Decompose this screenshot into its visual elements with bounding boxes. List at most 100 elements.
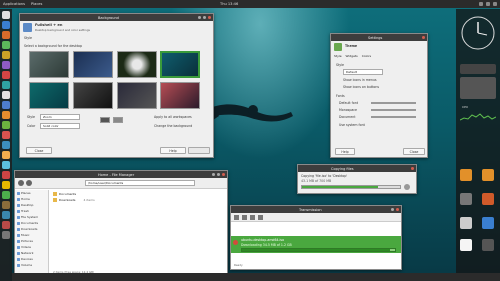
app-tile[interactable] <box>482 169 494 181</box>
wallpaper-thumb[interactable] <box>29 51 69 78</box>
app-tile[interactable] <box>482 193 494 205</box>
delete-icon[interactable] <box>258 215 263 220</box>
notes-icon[interactable] <box>2 151 10 159</box>
wallpaper-thumb[interactable] <box>73 51 113 78</box>
torrent-row-selected[interactable]: ubuntu-desktop-amd64.iso Downloading 34.… <box>231 236 401 253</box>
maximize-icon[interactable] <box>203 16 206 19</box>
power-icon[interactable] <box>2 231 10 239</box>
copy-progress-dialog: Copying files Copying 'file.iso' to 'Des… <box>297 164 417 194</box>
trash-icon[interactable] <box>2 171 10 179</box>
color-swatch-2[interactable] <box>113 117 123 123</box>
color-swatch-1[interactable] <box>100 117 110 123</box>
wallpaper-thumb[interactable] <box>29 82 69 109</box>
video-icon[interactable] <box>2 131 10 139</box>
close-icon[interactable] <box>222 173 225 176</box>
app-tile[interactable] <box>482 217 494 229</box>
tab-widgets[interactable]: Widgets <box>346 54 358 58</box>
help-button[interactable]: Help <box>160 147 186 154</box>
download-icon[interactable] <box>2 191 10 199</box>
wallpaper-thumb[interactable] <box>160 82 200 109</box>
pause-icon[interactable] <box>250 215 255 220</box>
window-titlebar[interactable]: Copying files <box>298 165 416 172</box>
close-button[interactable]: Close <box>26 147 52 154</box>
wallpaper-thumb[interactable] <box>117 82 157 109</box>
slider-2[interactable] <box>371 109 416 111</box>
stop-icon[interactable] <box>233 240 238 245</box>
files-icon[interactable] <box>2 11 10 19</box>
mail-icon[interactable] <box>2 101 10 109</box>
window-titlebar[interactable]: Background <box>20 14 213 21</box>
style-select[interactable]: Zoom <box>40 114 80 120</box>
bottom-panel <box>12 273 500 281</box>
sidebar-item[interactable]: Volume <box>15 262 48 268</box>
color-select[interactable]: Solid color <box>40 123 80 129</box>
wallpaper-thumb[interactable] <box>73 82 113 109</box>
window-titlebar[interactable]: Settings <box>331 34 427 41</box>
folder-icon <box>53 198 57 202</box>
app-tile[interactable] <box>482 239 494 251</box>
panel-clock[interactable]: Thu 13:46 <box>220 2 238 6</box>
app-tile[interactable] <box>460 239 472 251</box>
app-tile[interactable] <box>460 217 472 229</box>
app-tile[interactable] <box>460 169 472 181</box>
wallpaper-thumb-selected[interactable] <box>160 51 200 78</box>
play-icon[interactable] <box>242 215 247 220</box>
volume-icon[interactable] <box>486 2 490 6</box>
photos-icon[interactable] <box>2 111 10 119</box>
status-text: Ready <box>234 263 243 267</box>
tab-colors[interactable]: Colors <box>362 54 371 58</box>
slider-1[interactable] <box>371 102 416 104</box>
open-icon[interactable] <box>234 215 239 220</box>
network-app-icon[interactable] <box>2 161 10 169</box>
browser-icon[interactable] <box>2 21 10 29</box>
minimize-icon[interactable] <box>198 16 201 19</box>
archive-icon[interactable] <box>2 181 10 189</box>
slider-3[interactable] <box>371 116 416 118</box>
places-menu[interactable]: Places <box>31 2 42 6</box>
calendar-icon[interactable] <box>2 141 10 149</box>
close-icon[interactable] <box>208 16 211 19</box>
wallpaper-thumb[interactable] <box>117 51 157 78</box>
close-icon[interactable] <box>422 36 425 39</box>
style-select[interactable]: Default <box>343 69 383 75</box>
terminal-icon[interactable] <box>2 41 10 49</box>
calc-icon[interactable] <box>2 201 10 209</box>
settings-icon[interactable] <box>2 91 10 99</box>
app-tile[interactable] <box>460 193 472 205</box>
apply-button[interactable] <box>188 147 210 154</box>
tab-style[interactable]: Style <box>24 36 32 40</box>
tab-style[interactable]: Style <box>334 54 342 58</box>
network-icon[interactable] <box>479 2 483 6</box>
list-item[interactable]: Documents <box>53 192 95 196</box>
window-titlebar[interactable]: Home - File Manager <box>15 171 227 178</box>
option-icons-menus[interactable]: Show icons in menus <box>343 78 377 82</box>
apply-all-checkbox[interactable]: Apply to all workspaces <box>154 115 192 119</box>
cancel-icon[interactable] <box>404 184 410 190</box>
minimize-icon[interactable] <box>212 173 215 176</box>
battery-icon[interactable] <box>493 2 497 6</box>
applications-menu[interactable]: Applications <box>3 2 25 6</box>
back-icon[interactable] <box>18 180 24 186</box>
close-icon[interactable] <box>396 208 399 211</box>
window-titlebar[interactable]: Transmission <box>231 206 401 213</box>
list-item[interactable]: Downloads 4 items <box>53 198 95 202</box>
minimize-icon[interactable] <box>391 208 394 211</box>
music-icon[interactable] <box>2 71 10 79</box>
close-button[interactable]: Close <box>403 148 425 155</box>
firefox-icon[interactable] <box>2 31 10 39</box>
close-icon[interactable] <box>411 167 414 170</box>
forward-icon[interactable] <box>26 180 32 186</box>
game-icon[interactable] <box>2 221 10 229</box>
system-font-checkbox[interactable]: Use system font <box>339 123 365 127</box>
editor-icon[interactable] <box>2 51 10 59</box>
store-icon[interactable] <box>2 121 10 129</box>
path-bar[interactable]: /home/user/Documents <box>85 180 195 186</box>
window-title: Settings <box>368 35 383 40</box>
monitor-icon[interactable] <box>2 211 10 219</box>
media-icon[interactable] <box>2 61 10 69</box>
maximize-icon[interactable] <box>217 173 220 176</box>
help-button[interactable]: Help <box>335 148 355 155</box>
change-bg-checkbox[interactable]: Change the background <box>154 124 192 128</box>
option-icons-buttons[interactable]: Show icons on buttons <box>343 85 379 89</box>
chat-icon[interactable] <box>2 81 10 89</box>
